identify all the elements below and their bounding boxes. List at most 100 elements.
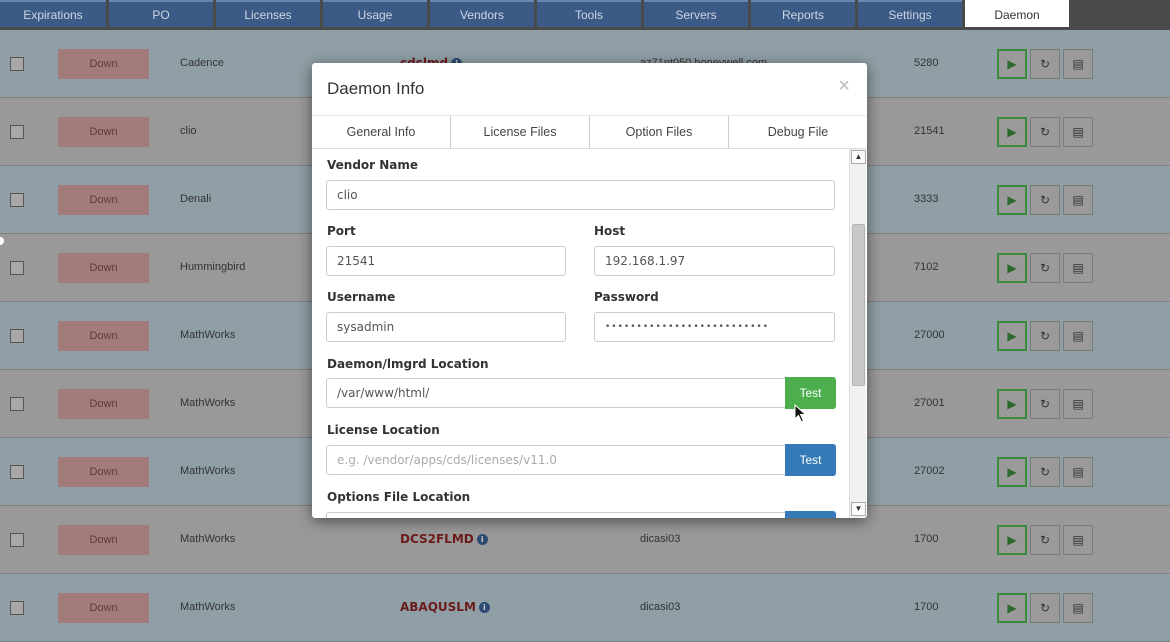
- tab-usage[interactable]: Usage: [323, 0, 427, 27]
- list-icon[interactable]: ▤: [1063, 116, 1093, 147]
- host-field[interactable]: 192.168.1.97: [594, 246, 835, 276]
- username-label: Username: [327, 290, 396, 304]
- test-options-location-button[interactable]: [785, 511, 836, 518]
- row-actions: ▶ ↻ ▤: [997, 524, 1093, 555]
- list-icon[interactable]: ▤: [1063, 388, 1093, 419]
- daemon-location-label: Daemon/lmgrd Location: [327, 357, 489, 371]
- row-checkbox[interactable]: [10, 396, 24, 411]
- daemon-cell[interactable]: ABAQUSLM i: [400, 600, 490, 614]
- daemon-location-field[interactable]: /var/www/html/: [326, 378, 786, 408]
- tab-reports[interactable]: Reports: [751, 0, 855, 27]
- modal-scrollbar[interactable]: ▲ ▼: [849, 149, 866, 518]
- status-badge: Down: [58, 456, 149, 487]
- row-actions: ▶ ↻ ▤: [997, 320, 1093, 351]
- refresh-icon[interactable]: ↻: [1030, 320, 1060, 351]
- port-cell: 27000: [914, 328, 945, 341]
- row-checkbox[interactable]: [10, 328, 24, 343]
- scrollbar-thumb[interactable]: [852, 224, 865, 386]
- refresh-icon[interactable]: ↻: [1030, 116, 1060, 147]
- row-checkbox[interactable]: [10, 124, 24, 139]
- vendor-cell: Hummingbird: [180, 260, 246, 273]
- tab-po[interactable]: PO: [109, 0, 213, 27]
- daemon-info-modal: Daemon Info × General Info License Files…: [312, 63, 867, 518]
- list-icon[interactable]: ▤: [1063, 524, 1093, 555]
- port-cell: 1700: [914, 600, 939, 613]
- row-checkbox[interactable]: [10, 600, 24, 615]
- refresh-icon[interactable]: ↻: [1030, 388, 1060, 419]
- test-license-location-button[interactable]: Test: [785, 444, 836, 476]
- refresh-icon[interactable]: ↻: [1030, 252, 1060, 283]
- list-icon[interactable]: ▤: [1063, 184, 1093, 215]
- list-icon[interactable]: ▤: [1063, 320, 1093, 351]
- vendor-cell: MathWorks: [180, 464, 236, 477]
- list-icon[interactable]: ▤: [1063, 252, 1093, 283]
- tab-servers[interactable]: Servers: [644, 0, 748, 27]
- tab-option-files[interactable]: Option Files: [590, 116, 729, 148]
- play-icon[interactable]: ▶: [997, 116, 1027, 147]
- port-label: Port: [327, 224, 356, 238]
- tab-daemon[interactable]: Daemon: [965, 0, 1069, 27]
- port-field[interactable]: 21541: [326, 246, 566, 276]
- daemon-name[interactable]: DCS2FLMD: [400, 532, 474, 546]
- refresh-icon[interactable]: ↻: [1030, 184, 1060, 215]
- info-icon[interactable]: i: [478, 601, 490, 613]
- row-checkbox[interactable]: [10, 532, 24, 547]
- scroll-down-icon[interactable]: ▼: [851, 502, 866, 516]
- play-icon[interactable]: ▶: [997, 184, 1027, 215]
- tab-license-files[interactable]: License Files: [451, 116, 590, 148]
- status-badge: Down: [58, 388, 149, 419]
- refresh-icon[interactable]: ↻: [1030, 456, 1060, 487]
- play-icon[interactable]: ▶: [997, 456, 1027, 487]
- tab-tools[interactable]: Tools: [537, 0, 641, 27]
- tab-expirations[interactable]: Expirations: [0, 0, 106, 27]
- vendor-cell: MathWorks: [180, 600, 236, 613]
- row-checkbox[interactable]: [10, 464, 24, 479]
- host-cell: dicasi03: [640, 532, 681, 545]
- test-daemon-location-button[interactable]: Test: [785, 377, 836, 409]
- tab-settings[interactable]: Settings: [858, 0, 962, 27]
- row-checkbox[interactable]: [10, 192, 24, 207]
- row-actions: ▶ ↻ ▤: [997, 456, 1093, 487]
- info-icon[interactable]: i: [476, 533, 488, 545]
- scroll-up-icon[interactable]: ▲: [851, 150, 866, 164]
- play-icon[interactable]: ▶: [997, 252, 1027, 283]
- host-cell: dicasi03: [640, 600, 681, 613]
- tab-general-info[interactable]: General Info: [312, 116, 451, 148]
- modal-body: Vendor Name clio Port 21541 Host 192.168…: [312, 149, 850, 518]
- daemon-name[interactable]: ABAQUSLM: [400, 600, 476, 614]
- password-field[interactable]: ••••••••••••••••••••••••••: [594, 312, 835, 342]
- refresh-icon[interactable]: ↻: [1030, 48, 1060, 79]
- play-icon[interactable]: ▶: [997, 48, 1027, 79]
- tab-debug-file[interactable]: Debug File: [729, 116, 867, 148]
- tab-licenses[interactable]: Licenses: [216, 0, 320, 27]
- list-icon[interactable]: ▤: [1063, 48, 1093, 79]
- row-actions: ▶ ↻ ▤: [997, 184, 1093, 215]
- play-icon[interactable]: ▶: [997, 592, 1027, 623]
- top-nav: Expirations PO Licenses Usage Vendors To…: [0, 0, 1170, 30]
- license-location-field[interactable]: e.g. /vendor/apps/cds/licenses/v11.0: [326, 445, 786, 475]
- close-icon[interactable]: ×: [838, 75, 850, 98]
- row-actions: ▶ ↻ ▤: [997, 252, 1093, 283]
- list-icon[interactable]: ▤: [1063, 592, 1093, 623]
- status-badge: Down: [58, 48, 149, 79]
- tab-vendors[interactable]: Vendors: [430, 0, 534, 27]
- host-label: Host: [594, 224, 626, 238]
- row-checkbox[interactable]: [10, 260, 24, 275]
- options-location-field[interactable]: [326, 512, 786, 518]
- play-icon[interactable]: ▶: [997, 320, 1027, 351]
- refresh-icon[interactable]: ↻: [1030, 592, 1060, 623]
- refresh-icon[interactable]: ↻: [1030, 524, 1060, 555]
- row-actions: ▶ ↻ ▤: [997, 592, 1093, 623]
- row-checkbox[interactable]: [10, 56, 24, 71]
- vendor-cell: Denali: [180, 192, 212, 205]
- license-location-label: License Location: [327, 423, 440, 437]
- row-actions: ▶ ↻ ▤: [997, 116, 1093, 147]
- options-location-label: Options File Location: [327, 490, 471, 504]
- list-icon[interactable]: ▤: [1063, 456, 1093, 487]
- play-icon[interactable]: ▶: [997, 388, 1027, 419]
- vendor-name-field[interactable]: clio: [326, 180, 835, 210]
- username-field[interactable]: sysadmin: [326, 312, 566, 342]
- daemon-cell[interactable]: DCS2FLMD i: [400, 532, 488, 546]
- port-cell: 27002: [914, 464, 945, 477]
- play-icon[interactable]: ▶: [997, 524, 1027, 555]
